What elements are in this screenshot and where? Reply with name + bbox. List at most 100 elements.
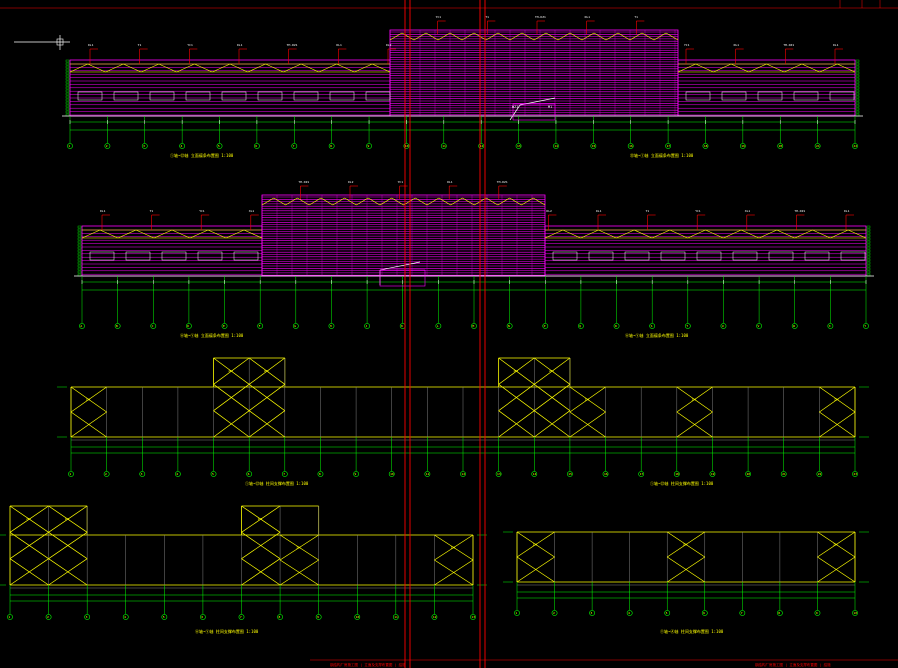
brace-tag: ZC1 [585,398,590,402]
column-hatch [77,231,82,235]
column-hatch [65,101,70,105]
axis-label: 6 [255,144,257,148]
axis-label: 22 [818,472,822,476]
axis-label: 18 [704,144,708,148]
column-hatch [77,228,82,232]
column-hatch [855,104,860,108]
axis-label: 9 [317,615,319,619]
cad-drawing-canvas[interactable]: 1 2 3 4 5 6 7 8 9 10 11 12 13 14 15 16 17 18 19 20 21 22DL1 T1… [0,0,898,668]
column-hatch [77,237,82,241]
axis-label: G [294,324,296,328]
window-frame [233,251,259,261]
brace-tag: ZC1 [513,369,518,373]
window-frame [793,91,819,101]
axis-label: X [829,324,831,328]
window-frame [293,91,319,101]
member-tag: T1 [634,15,638,19]
axis-label: 17 [640,472,644,476]
column-hatch [77,261,82,265]
axis-label: 21 [782,472,786,476]
axis-label: 8 [330,144,332,148]
axis-label: F [259,324,261,328]
column-hatch [866,267,871,271]
column-hatch [866,270,871,274]
brace-tag: ZC1 [683,543,688,547]
window-frame [588,251,614,261]
column-hatch [855,89,860,93]
column-hatch [866,252,871,256]
axis-label: 7 [293,144,295,148]
window-frame [161,251,187,261]
column-hatch [77,264,82,268]
window-frame [660,251,686,261]
window-frame [89,251,115,261]
window-frame [365,91,391,101]
window-frame [757,91,783,101]
column-hatch [855,110,860,114]
axis-label: 22 [853,144,857,148]
member-tag: TH-DZ1 [783,43,794,47]
axis-label: J [365,324,367,328]
brace-tag: ZC1 [228,369,233,373]
column-hatch [77,234,82,238]
member-tag: DL1 [585,15,591,19]
axis-label: Q [579,324,581,328]
axis-label: A [80,324,82,328]
axis-label: 3 [591,611,593,615]
axis-label: 7 [741,611,743,615]
column-hatch [855,101,860,105]
window-frame [732,251,758,261]
column-hatch [866,231,871,235]
column-hatch [65,83,70,87]
member-tag: DL1 [596,209,602,213]
axis-label: 9 [816,611,818,615]
axis-label: 5 [163,615,165,619]
axis-label: 1 [515,611,517,615]
brace-tag: ZC1 [258,517,263,521]
axis-label: 16 [629,144,633,148]
column-hatch [77,249,82,253]
column-hatch [65,89,70,93]
axis-label: 13 [497,472,501,476]
axis-label: 16 [604,472,608,476]
column-hatch [77,255,82,259]
axis-label: 11 [426,472,430,476]
axis-label: 13 [471,615,475,619]
column-hatch [855,92,860,96]
column-hatch [65,107,70,111]
axis-label: 9 [367,144,369,148]
axis-label: M [472,324,474,328]
brace-tag: ZC1 [533,543,538,547]
member-tag: TH-DZ1 [497,180,508,184]
window-frame [685,91,711,101]
member-tag: DL1 [447,180,453,184]
window-frame [840,251,866,261]
axis-label: 7 [283,472,285,476]
column-hatch [77,243,82,247]
brace-tag: ZC1 [296,546,301,550]
axis-label: 5 [666,611,668,615]
column-hatch [866,261,871,265]
column-hatch [866,240,871,244]
column-hatch [866,249,871,253]
axis-label: 1 [8,615,10,619]
window-frame [624,251,650,261]
window-tag: WZ1 [512,105,518,109]
column-hatch [866,243,871,247]
brace-tag: ZC1 [833,543,838,547]
column-hatch [65,80,70,84]
axis-label: K [401,324,403,328]
axis-label: 2 [47,615,49,619]
column-hatch [855,77,860,81]
window-frame [113,91,139,101]
member-tag: T1 [150,209,154,213]
bracing-bottom-left-view: ZC1 ZC1 ZC1ZC1 ZC11 2 3 4 5 6 7 8 9 10 11 12 13 [0,505,487,620]
axis-label: 21 [816,144,820,148]
elevation-mid-title-2: Ⓐ轴~Ⓨ轴 立面檩条布置图 1:100 [625,332,689,338]
member-tag: T1 [646,209,650,213]
member-tag: TH-DZ1 [287,43,298,47]
column-hatch [65,59,70,63]
window-frame [257,91,283,101]
axis-label: 5 [212,472,214,476]
column-hatch [855,98,860,102]
